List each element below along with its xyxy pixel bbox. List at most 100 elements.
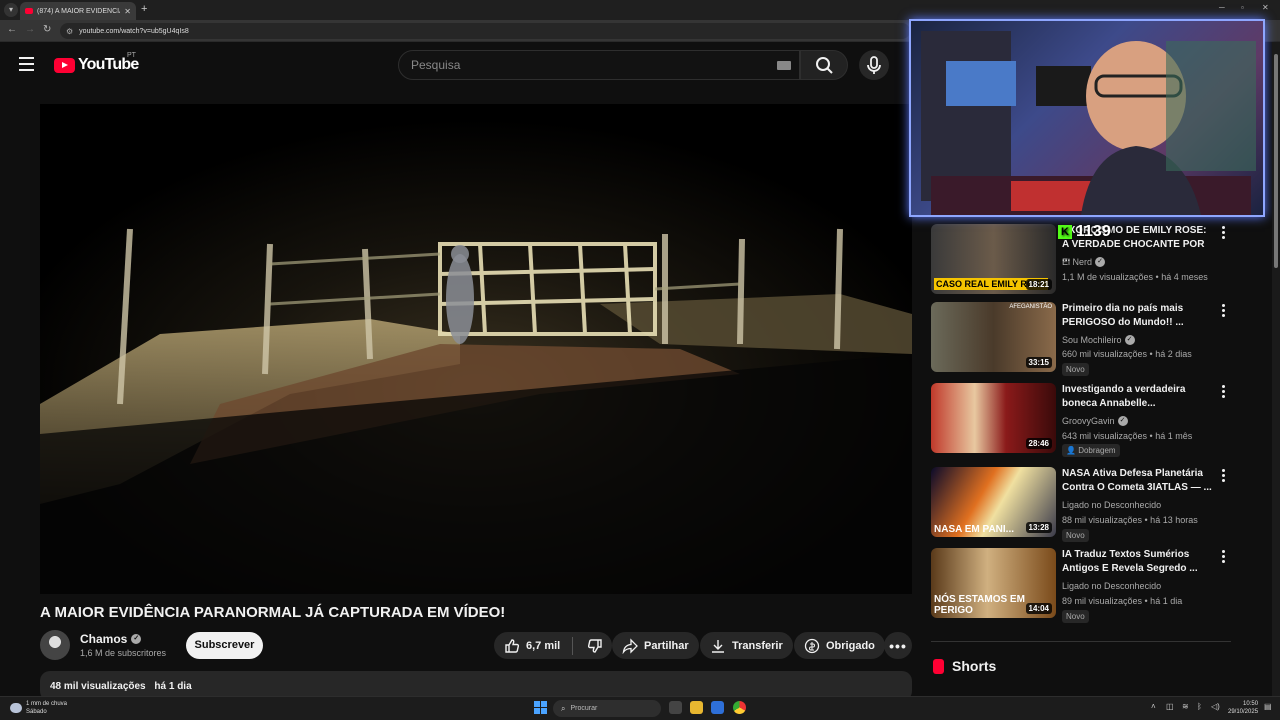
- notifications-icon[interactable]: ▤: [1264, 702, 1272, 711]
- shorts-header: Shorts: [933, 658, 996, 674]
- kick-icon: K: [1058, 225, 1072, 239]
- recommendation-item[interactable]: NASA EM PANI... 13:28 NASA Ativa Defesa …: [931, 467, 1231, 542]
- scrollbar-thumb[interactable]: [1274, 54, 1278, 268]
- like-button[interactable]: 6,7 mil: [504, 638, 560, 654]
- windows-start-icon[interactable]: [534, 701, 547, 714]
- back-icon[interactable]: ←: [7, 24, 17, 35]
- recommendation-channel[interactable]: Ligado no Desconhecido: [1062, 500, 1161, 510]
- more-actions-button[interactable]: •••: [884, 632, 912, 659]
- file-explorer-icon[interactable]: [690, 701, 703, 714]
- dubbing-icon: 👤: [1066, 446, 1076, 455]
- webcam-overlay: [909, 19, 1265, 217]
- video-thumbnail[interactable]: NÓS ESTAMOS EM PERIGO 14:04: [931, 548, 1056, 618]
- recommendation-item[interactable]: NÓS ESTAMOS EM PERIGO 14:04 IA Traduz Te…: [931, 548, 1231, 623]
- more-vertical-icon[interactable]: [1220, 385, 1226, 400]
- subscribe-button[interactable]: Subscrever: [186, 632, 263, 659]
- task-view-icon[interactable]: [669, 701, 682, 714]
- webcam-image: [921, 31, 1256, 215]
- search-icon: [816, 57, 833, 74]
- more-vertical-icon[interactable]: [1220, 469, 1226, 484]
- new-badge: Novo: [1062, 363, 1089, 376]
- menu-icon[interactable]: [19, 57, 34, 71]
- forward-icon[interactable]: →: [25, 24, 35, 35]
- video-player[interactable]: [40, 104, 912, 594]
- download-label: Transferir: [732, 639, 783, 652]
- section-divider: [931, 641, 1231, 642]
- shorts-icon: [933, 658, 944, 674]
- wifi-icon[interactable]: ≋: [1182, 702, 1189, 711]
- video-duration: 14:04: [1025, 603, 1052, 614]
- volume-icon[interactable]: ◁): [1211, 702, 1220, 711]
- recommendation-meta: 89 mil visualizações • há 1 dia: [1062, 596, 1183, 606]
- dislike-button[interactable]: [579, 638, 611, 654]
- channel-avatar[interactable]: [40, 630, 70, 660]
- super-thanks-icon: [804, 638, 820, 653]
- share-icon: [622, 637, 638, 654]
- chrome-icon[interactable]: [733, 701, 746, 714]
- url-field[interactable]: ⚙ youtube.com/watch?v=ub5gU4qIs8: [60, 23, 910, 39]
- restore-icon[interactable]: ▫: [1241, 3, 1244, 12]
- taskbar-search[interactable]: ⌕ Procurar: [553, 700, 661, 717]
- thanks-label: Obrigado: [826, 639, 875, 652]
- download-button[interactable]: Transferir: [700, 632, 793, 659]
- recommendation-title[interactable]: NASA Ativa Defesa Planetária Contra O Co…: [1062, 467, 1212, 495]
- tab-list-icon[interactable]: ▾: [4, 3, 18, 17]
- video-thumbnail[interactable]: CASO REAL EMILY ROSE 18:21: [931, 224, 1056, 294]
- badge-text: Dobragem: [1078, 446, 1116, 455]
- microphone-icon: [867, 56, 881, 74]
- more-vertical-icon[interactable]: [1220, 304, 1226, 319]
- minimize-icon[interactable]: ─: [1219, 3, 1225, 12]
- video-thumbnail[interactable]: AFEGANISTÃO 33:15: [931, 302, 1056, 372]
- taskbar-search-label: Procurar: [570, 705, 598, 712]
- recommendation-channel[interactable]: Ligado no Desconhecido: [1062, 581, 1161, 591]
- thanks-button[interactable]: Obrigado: [794, 632, 885, 659]
- tray-expand-icon[interactable]: ˄: [1151, 702, 1156, 711]
- channel-name[interactable]: Chamos ✓: [80, 632, 142, 646]
- verified-icon: ✓: [1124, 335, 1135, 345]
- search-placeholder: Pesquisa: [411, 58, 461, 72]
- recommendation-title[interactable]: Primeiro dia no país mais PERIGOSO do Mu…: [1062, 302, 1212, 330]
- reload-icon[interactable]: ↻: [43, 24, 51, 35]
- system-clock[interactable]: 10:50 29/10/2025: [1228, 700, 1258, 716]
- page-scrollbar[interactable]: [1272, 42, 1280, 696]
- download-icon: [712, 639, 724, 653]
- close-window-icon[interactable]: ✕: [1262, 3, 1269, 12]
- recommendation-channel[interactable]: Sou Mochileiro ✓: [1062, 335, 1135, 345]
- video-duration: 13:28: [1025, 522, 1052, 533]
- recommendation-title[interactable]: IA Traduz Textos Sumérios Antigos E Reve…: [1062, 548, 1212, 576]
- subscriber-count: 1,6 M de subscritores: [80, 648, 167, 658]
- clock-date: 29/10/2025: [1228, 709, 1259, 715]
- video-thumbnail[interactable]: NASA EM PANI... 13:28: [931, 467, 1056, 537]
- browser-tab[interactable]: (874) A MAIOR EVIDÊNCIA PARA ✕: [20, 2, 136, 20]
- new-tab-icon[interactable]: +: [141, 3, 147, 15]
- recommendation-item[interactable]: 28:46 Investigando a verdadeira boneca A…: [931, 383, 1231, 457]
- search-button[interactable]: [800, 50, 848, 80]
- thumbnail-caption: NASA EM PANI...: [934, 524, 1015, 535]
- video-frame: [40, 104, 912, 594]
- share-button[interactable]: Partilhar: [612, 632, 699, 659]
- search-input[interactable]: Pesquisa: [398, 50, 800, 80]
- recommendation-channel[interactable]: GroovyGavin ✓: [1062, 416, 1128, 426]
- more-vertical-icon[interactable]: [1220, 550, 1226, 565]
- close-tab-icon[interactable]: ✕: [124, 7, 131, 16]
- channel-text: GroovyGavin: [1062, 416, 1115, 426]
- verified-icon: ✓: [1095, 257, 1106, 267]
- rain-cloud-icon: [10, 703, 22, 713]
- youtube-logo[interactable]: YouTube PT: [54, 52, 139, 74]
- like-dislike-group: 6,7 mil: [494, 632, 612, 659]
- voice-search-button[interactable]: [859, 50, 889, 80]
- weather-widget[interactable]: 1 mm de chuva Sábado: [10, 700, 67, 716]
- site-info-icon[interactable]: ⚙: [66, 27, 73, 36]
- network-icon[interactable]: ◫: [1166, 702, 1174, 711]
- bluetooth-icon[interactable]: ᛒ: [1197, 702, 1202, 711]
- recommendation-meta: 660 mil visualizações • há 2 dias: [1062, 349, 1192, 359]
- thumbs-up-icon: [505, 638, 520, 653]
- recommendation-item[interactable]: AFEGANISTÃO 33:15 Primeiro dia no país m…: [931, 302, 1231, 376]
- video-thumbnail[interactable]: 28:46: [931, 383, 1056, 453]
- more-vertical-icon[interactable]: [1220, 226, 1226, 241]
- recommendation-channel[interactable]: Ei Nerd ✓: [1062, 257, 1106, 267]
- keyboard-icon[interactable]: [777, 61, 791, 70]
- store-icon[interactable]: [711, 701, 724, 714]
- recommendation-title[interactable]: Investigando a verdadeira boneca Annabel…: [1062, 383, 1212, 411]
- video-duration: 28:46: [1025, 438, 1052, 449]
